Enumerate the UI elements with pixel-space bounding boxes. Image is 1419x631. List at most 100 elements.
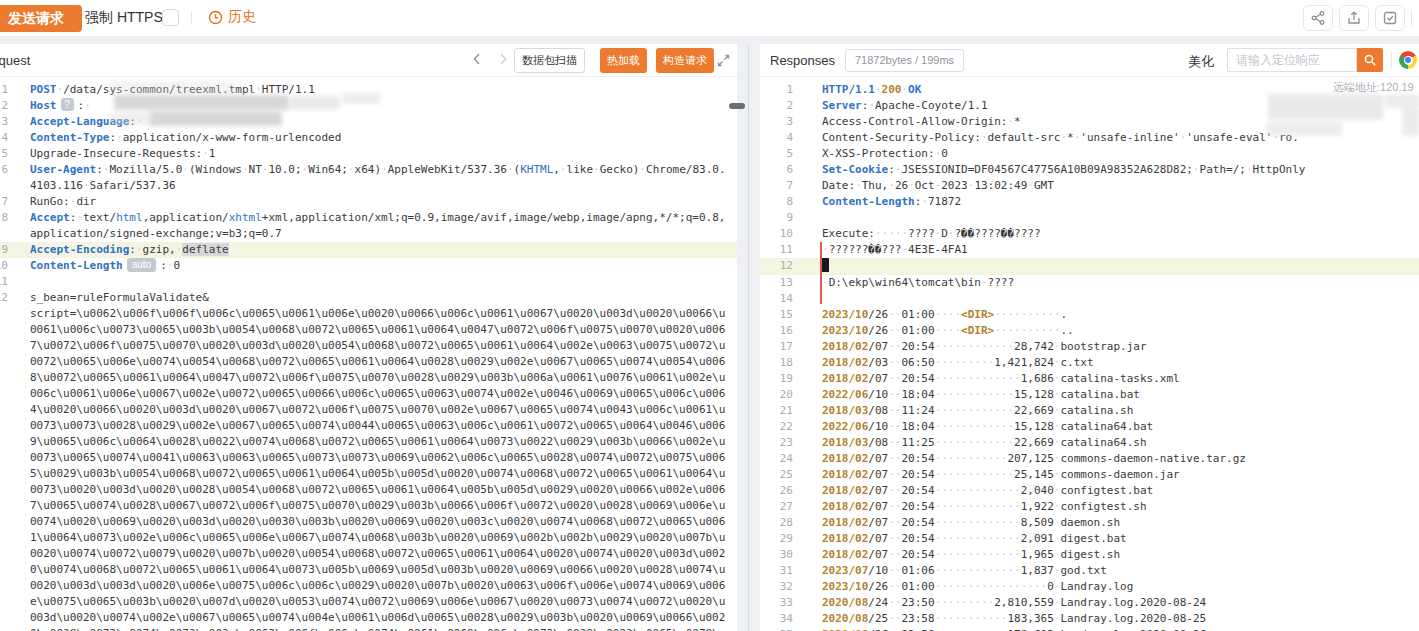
code-line: 9 (760, 210, 1419, 226)
line-number: 17 (760, 339, 793, 355)
code-line: 342020/08/25··23:58···········183,365·La… (760, 611, 1419, 627)
line-number: 34 (760, 611, 793, 627)
line-number: 11 (760, 242, 793, 258)
redaction-blur (110, 112, 155, 125)
response-panel-title: Responses (770, 53, 835, 68)
code-line: 272018/02/07··20:54·············1,922·co… (760, 499, 1419, 515)
line-number: 3 (0, 114, 8, 130)
hot-reload-button[interactable]: 热加载 (600, 48, 647, 73)
chrome-icon[interactable] (1399, 51, 1417, 69)
line-number: 5 (0, 146, 8, 162)
line-number: 24 (760, 451, 793, 467)
line-number: 33 (760, 595, 793, 611)
response-meta-badge: 71872bytes / 199ms (845, 49, 964, 72)
beautify-button[interactable]: 美化 (1188, 53, 1214, 71)
packet-scan-button[interactable]: 数据包扫描 (514, 48, 585, 73)
line-number: 4 (760, 130, 793, 146)
code-line: 312023/07/10··01:06·············1,837·go… (760, 563, 1419, 579)
force-https-label: 强制 HTTPS (85, 9, 163, 27)
line-number: 16 (760, 323, 793, 339)
code-line: 6User-Agent:·Mozilla/5.0·(Windows·NT·10.… (0, 162, 737, 194)
header-divider (1391, 52, 1392, 68)
code-line: 282018/02/07··20:54·············8,509·da… (760, 515, 1419, 531)
line-number: 20 (760, 387, 793, 403)
line-number: 30 (760, 547, 793, 563)
line-number: 10 (0, 258, 8, 274)
line-number: 25 (760, 467, 793, 483)
code-line: 13·D:\ekp\win64\tomcat\bin·???? (760, 275, 1419, 291)
line-number: 9 (0, 242, 8, 258)
export-button[interactable] (1339, 5, 1369, 31)
line-number: 19 (760, 371, 793, 387)
search-button[interactable] (1357, 48, 1383, 72)
line-number: 2 (0, 98, 8, 114)
code-line: 172018/02/07··20:54············28,742·bo… (760, 339, 1419, 355)
line-number: 23 (760, 435, 793, 451)
line-number: 6 (760, 162, 793, 178)
share-icon (1310, 10, 1326, 26)
redaction-blur (1266, 122, 1342, 136)
line-number: 32 (760, 579, 793, 595)
code-line: 352020/08/26··23:58···········178,693·La… (760, 627, 1419, 631)
response-search-input[interactable]: 请输入定位响应 (1227, 48, 1357, 72)
select-button[interactable] (1375, 5, 1405, 31)
panel-divider[interactable] (748, 44, 749, 631)
redaction-blur (342, 93, 380, 104)
line-number: 8 (760, 194, 793, 210)
history-button[interactable]: 历史 (208, 8, 256, 26)
line-number: 7 (760, 178, 793, 194)
line-number: 5 (760, 146, 793, 162)
redaction-blur (150, 111, 282, 126)
clock-icon (208, 10, 223, 25)
code-line: 5Upgrade-Insecure-Requests:·1 (0, 146, 737, 162)
line-number: 26 (760, 483, 793, 499)
force-https-checkbox[interactable] (162, 9, 179, 26)
code-line: 11 (0, 274, 737, 290)
expand-icon[interactable] (716, 53, 731, 68)
code-line: 202022/06/10··18:04············15,128·ca… (760, 387, 1419, 403)
line-number: 12 (0, 290, 8, 631)
toolbar: 发送请求 强制 HTTPS 历史 (0, 0, 1419, 36)
code-line: 212018/03/08··11:24············22,669·ca… (760, 403, 1419, 419)
code-line: 152023/10/26··01:00····<DIR>··········. (760, 307, 1419, 323)
redaction-blur (1385, 94, 1419, 108)
code-line: 9Accept-Encoding:·gzip,·deflate (0, 242, 737, 258)
line-number: 4 (0, 130, 8, 146)
line-number: 2 (760, 98, 793, 114)
line-number: 13 (760, 275, 793, 291)
line-number: 22 (760, 419, 793, 435)
search-icon (1363, 53, 1377, 67)
build-request-button[interactable]: 构造请求 (656, 48, 714, 73)
send-request-button[interactable]: 发送请求 (0, 5, 82, 32)
code-line: 182018/02/03··06:50·········1,421,824·c.… (760, 355, 1419, 371)
request-panel-title: Request (0, 53, 30, 68)
code-line: 222022/06/10··18:04············15,128·ca… (760, 419, 1419, 435)
nav-forward-icon[interactable] (496, 52, 510, 66)
code-line: 10Content-Lengthauto:·0 (0, 258, 737, 274)
code-line: 302018/02/07··20:54·············1,965·di… (760, 547, 1419, 563)
code-line: 7RunGo:·dir (0, 194, 737, 210)
line-number: 27 (760, 499, 793, 515)
response-panel-header: Responses 71872bytes / 199ms 美化 请输入定位响应 (760, 44, 1419, 77)
line-number: 6 (0, 162, 8, 194)
line-number: 11 (0, 274, 8, 290)
code-line: 242018/02/07··20:54···········207,125·co… (760, 451, 1419, 467)
code-line: 292018/02/07··20:54·············2,091·di… (760, 531, 1419, 547)
request-panel: Request 数据包扫描 热加载 构造请求 1POST·/data/sys-c… (0, 44, 737, 631)
response-editor[interactable]: 1HTTP/1.1·200·OK2Server:·Apache-Coyote/1… (760, 78, 1419, 631)
line-number: 15 (760, 307, 793, 323)
export-icon (1346, 10, 1362, 26)
redaction-blur (114, 95, 289, 110)
request-editor[interactable]: 1POST·/data/sys-common/treexml.tmpl·HTTP… (0, 78, 737, 631)
nav-back-icon[interactable] (470, 52, 484, 66)
code-line: 8Accept:·text/html,application/xhtml+xml… (0, 210, 737, 242)
code-line: 12s_bean=ruleFormulaValidate& script=\u0… (0, 290, 737, 631)
redaction-blur (110, 81, 235, 94)
code-line: 252018/02/07··20:54············25,145·co… (760, 467, 1419, 483)
request-scrollbar-thumb[interactable] (729, 103, 745, 109)
line-number: 28 (760, 515, 793, 531)
line-number: 8 (0, 210, 8, 242)
line-number: 7 (0, 194, 8, 210)
share-button[interactable] (1303, 5, 1333, 31)
code-line: 192018/02/07··20:54·············1,686·ca… (760, 371, 1419, 387)
